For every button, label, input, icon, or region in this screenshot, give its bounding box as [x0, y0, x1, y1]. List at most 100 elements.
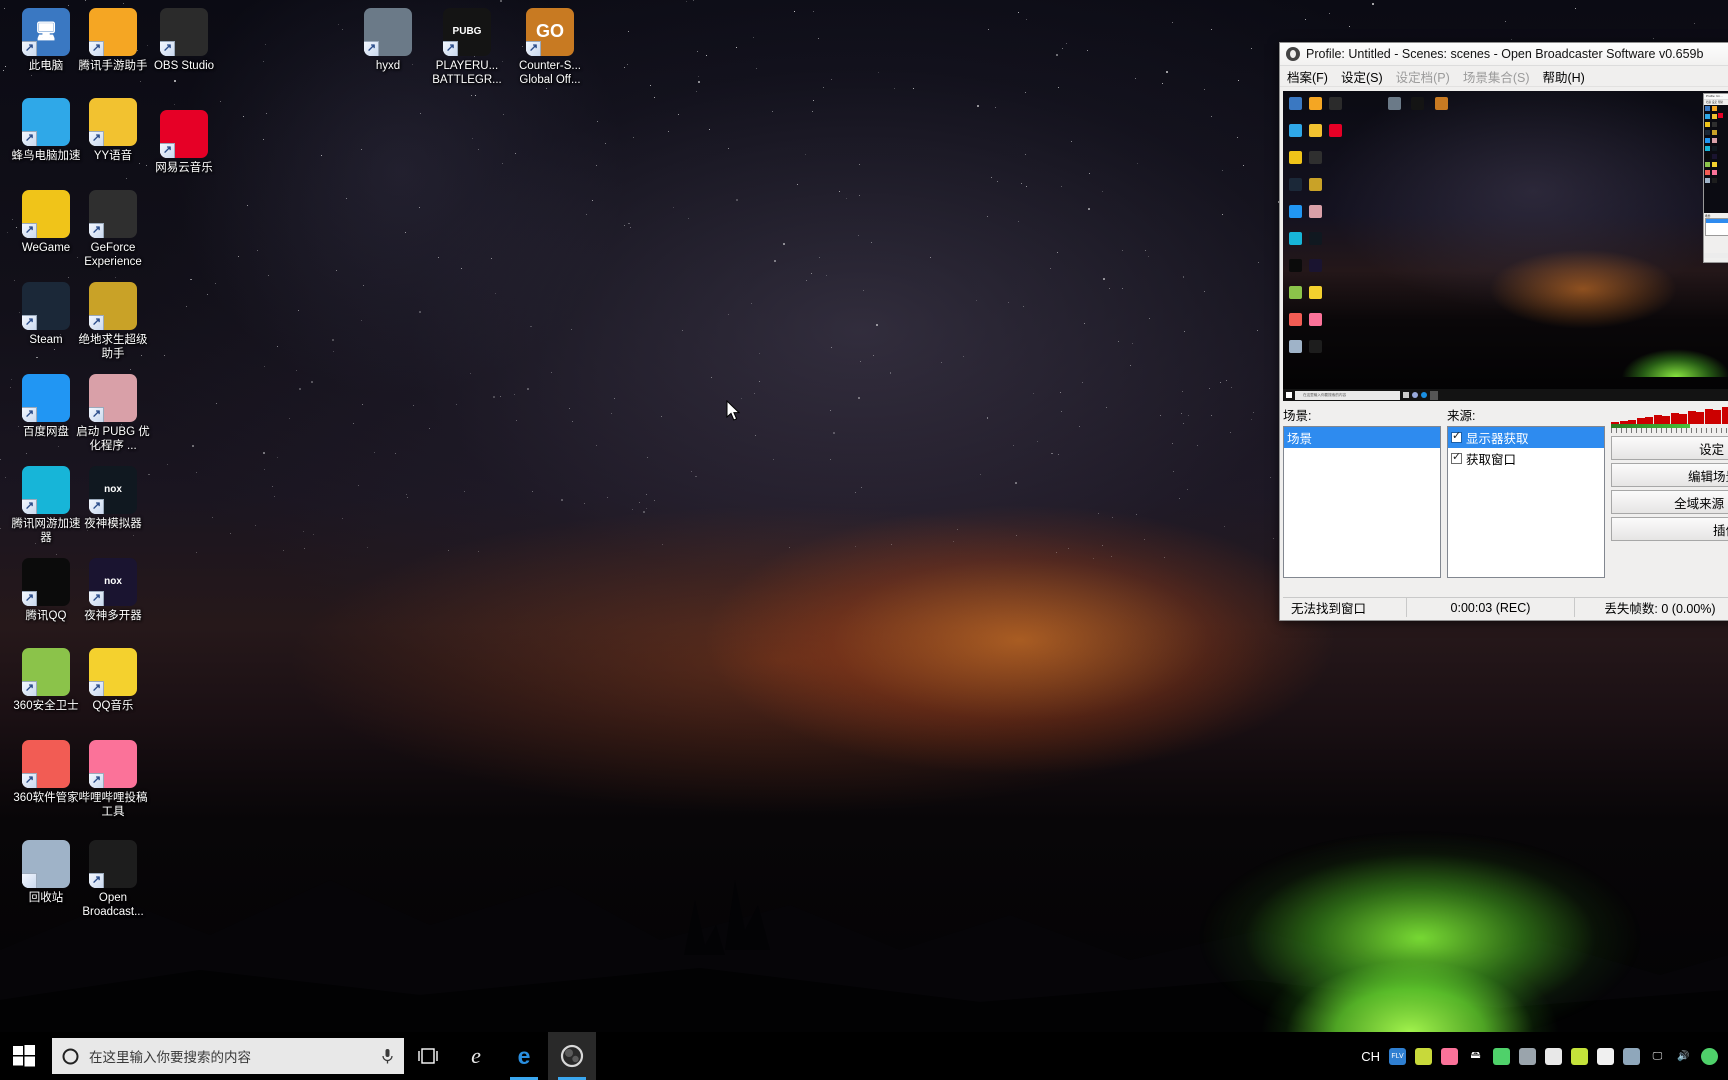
source-checkbox[interactable]: [1451, 430, 1462, 443]
task-view-button[interactable]: [404, 1032, 452, 1080]
internet-explorer-button[interactable]: e: [452, 1032, 500, 1080]
qq-tray-icon[interactable]: [1597, 1047, 1614, 1065]
desktop-icon-pubg-optimizer-icon[interactable]: ↗ 启动 PUBG 优化程序 ...: [75, 374, 151, 453]
desktop-icon-hyxd-icon[interactable]: ↗ hyxd: [350, 8, 426, 74]
desktop-icon-obs-studio-icon[interactable]: ↗ OBS Studio: [146, 8, 222, 74]
obs-menu-item[interactable]: 帮助(H): [1542, 67, 1584, 86]
star: [1257, 330, 1259, 332]
bilibili-tray-icon[interactable]: [1441, 1047, 1458, 1065]
preview-tent: [1611, 315, 1728, 377]
desktop-icon-steam-icon[interactable]: ↗ Steam: [8, 282, 84, 348]
star: [818, 37, 820, 39]
desktop-icon-360-safeguard-icon[interactable]: ↗ 360安全卫士: [8, 648, 84, 714]
windows-taskbar[interactable]: 在这里输入你要搜索的内容 e e CH FLV 🖴 🖵 🔊: [0, 1032, 1728, 1080]
desktop-icon-recycle-bin-icon[interactable]: 回收站: [8, 840, 84, 906]
netease-music-icon: ↗: [160, 110, 208, 158]
desktop-icon-pubg-icon[interactable]: PUBG ↗ PLAYERU... BATTLEGR...: [429, 8, 505, 87]
star: [643, 510, 646, 513]
desktop-icon-bilibili-upload-icon[interactable]: ↗ 哔哩哔哩投稿工具: [75, 740, 151, 819]
desktop-icon-wegame-icon[interactable]: ↗ WeGame: [8, 190, 84, 256]
sources-list[interactable]: 显示器获取获取窗口: [1447, 426, 1605, 578]
desktop-icon-csgo-icon[interactable]: GO ↗ Counter-S... Global Off...: [512, 8, 588, 87]
preview-mini-icon: [1309, 232, 1322, 245]
pen-tray-icon[interactable]: [1493, 1047, 1510, 1065]
star: [751, 303, 753, 305]
desktop-icon-tencent-qq-icon[interactable]: ↗ 腾讯QQ: [8, 558, 84, 624]
obs-taskbar-button[interactable]: [548, 1032, 596, 1080]
star: [988, 29, 989, 31]
star: [797, 184, 799, 186]
obs-button-编辑场景[interactable]: 编辑场景: [1611, 463, 1728, 487]
star: [773, 259, 776, 262]
source-checkbox[interactable]: [1451, 451, 1462, 464]
shortcut-arrow-icon: ↗: [91, 224, 102, 236]
obs-menu-bar[interactable]: 档案(F) 设定(S) 设定档(P) 场景集合(S) 帮助(H): [1280, 66, 1728, 87]
star: [698, 75, 700, 77]
desktop-icon-hummingbird-accel-icon[interactable]: ↗ 蜂鸟电脑加速: [8, 98, 84, 164]
sources-label: 来源:: [1447, 409, 1476, 423]
windows-defender-tray-icon[interactable]: [1545, 1047, 1562, 1065]
start-button[interactable]: [0, 1032, 48, 1080]
desktop-icon-label: 腾讯网游加速器: [11, 518, 81, 544]
microsoft-edge-button[interactable]: e: [500, 1032, 548, 1080]
search-input[interactable]: 在这里输入你要搜索的内容: [52, 1038, 404, 1074]
360-tray-icon[interactable]: [1415, 1047, 1432, 1065]
desktop-icon-label: 哔哩哔哩投稿工具: [78, 792, 148, 818]
source-list-item[interactable]: 显示器获取: [1448, 427, 1604, 448]
volume-tray-icon[interactable]: 🔊: [1675, 1048, 1692, 1065]
language-indicator[interactable]: CH: [1361, 1049, 1380, 1064]
desktop-icon-geforce-experience-icon[interactable]: ↗ GeForce Experience: [75, 190, 151, 269]
360-safeguard-tray-icon[interactable]: [1571, 1047, 1588, 1065]
desktop-icon-tencent-gamebuddy-icon[interactable]: ↗ 腾讯手游助手: [75, 8, 151, 74]
star: [855, 546, 857, 548]
flv-player-tray-icon[interactable]: FLV: [1389, 1047, 1406, 1065]
scene-list-item[interactable]: 场景: [1284, 427, 1440, 448]
desktop-icon-tencent-netgame-accel-icon[interactable]: ↗ 腾讯网游加速器: [8, 466, 84, 545]
star: [986, 416, 989, 419]
desktop-icon-this-pc-icon[interactable]: 🖥 ↗ 此电脑: [8, 8, 84, 74]
nvidia-tray-icon[interactable]: [1519, 1047, 1536, 1065]
star: [991, 177, 993, 179]
system-tray[interactable]: CH FLV 🖴 🖵 🔊: [1361, 1032, 1728, 1080]
star: [1222, 214, 1224, 216]
obs-preview-canvas[interactable]: Profile: Un… 档案 设定 帮助 场景: 在这里输入你要搜索的内容: [1283, 91, 1728, 401]
obs-button-插件[interactable]: 插件: [1611, 517, 1728, 541]
star: [1182, 422, 1184, 424]
obs-button-全域来源[interactable]: 全域来源 ...: [1611, 490, 1728, 514]
steam-tray-icon[interactable]: [1623, 1047, 1640, 1065]
obs-button-设定[interactable]: 设定 ...: [1611, 436, 1728, 460]
network-tray-icon[interactable]: [1701, 1047, 1718, 1065]
desktop-icon-yy-voice-icon[interactable]: ↗ YY语音: [75, 98, 151, 164]
star: [1131, 342, 1133, 344]
audio-meter-bar: [1611, 422, 1619, 424]
star: [754, 392, 756, 394]
star: [1071, 140, 1073, 142]
desktop-icon-pubg-helper-icon[interactable]: ↗ 绝地求生超级助手: [75, 282, 151, 361]
star: [1183, 331, 1185, 333]
obs-menu-item[interactable]: 档案(F): [1287, 67, 1328, 86]
usb-eject-tray-icon[interactable]: 🖴: [1467, 1048, 1484, 1065]
desktop-icon-obs-classic-icon[interactable]: ↗ Open Broadcast...: [75, 840, 151, 919]
obs-classic-window[interactable]: Profile: Untitled - Scenes: scenes - Ope…: [1279, 42, 1728, 621]
obs-menu-item[interactable]: 场景集合(S): [1463, 67, 1530, 86]
star: [771, 110, 773, 112]
star: [645, 507, 647, 509]
star: [1059, 392, 1061, 394]
microphone-icon[interactable]: [381, 1048, 394, 1065]
obs-menu-item[interactable]: 设定(S): [1341, 67, 1383, 86]
star: [661, 415, 663, 417]
desktop-icon-qq-music-icon[interactable]: ↗ QQ音乐: [75, 648, 151, 714]
desktop-icon-baidu-netdisk-icon[interactable]: ↗ 百度网盘: [8, 374, 84, 440]
desktop-icon-netease-music-icon[interactable]: ↗ 网易云音乐: [146, 110, 222, 176]
svg-text:e: e: [518, 1043, 531, 1069]
obs-title-bar[interactable]: Profile: Untitled - Scenes: scenes - Ope…: [1280, 43, 1728, 66]
obs-menu-item[interactable]: 设定档(P): [1396, 67, 1450, 86]
source-list-item[interactable]: 获取窗口: [1448, 448, 1604, 469]
desktop-icon-nox-emulator-icon[interactable]: nox ↗ 夜神模拟器: [75, 466, 151, 532]
desktop-icon-360-software-manager-icon[interactable]: ↗ 360软件管家: [8, 740, 84, 806]
display-tray-icon[interactable]: 🖵: [1649, 1048, 1666, 1065]
star: [831, 79, 833, 81]
scenes-list[interactable]: 场景: [1283, 426, 1441, 578]
desktop-icon-nox-multi-icon[interactable]: nox ↗ 夜神多开器: [75, 558, 151, 624]
shortcut-arrow-icon: ↗: [24, 316, 35, 328]
